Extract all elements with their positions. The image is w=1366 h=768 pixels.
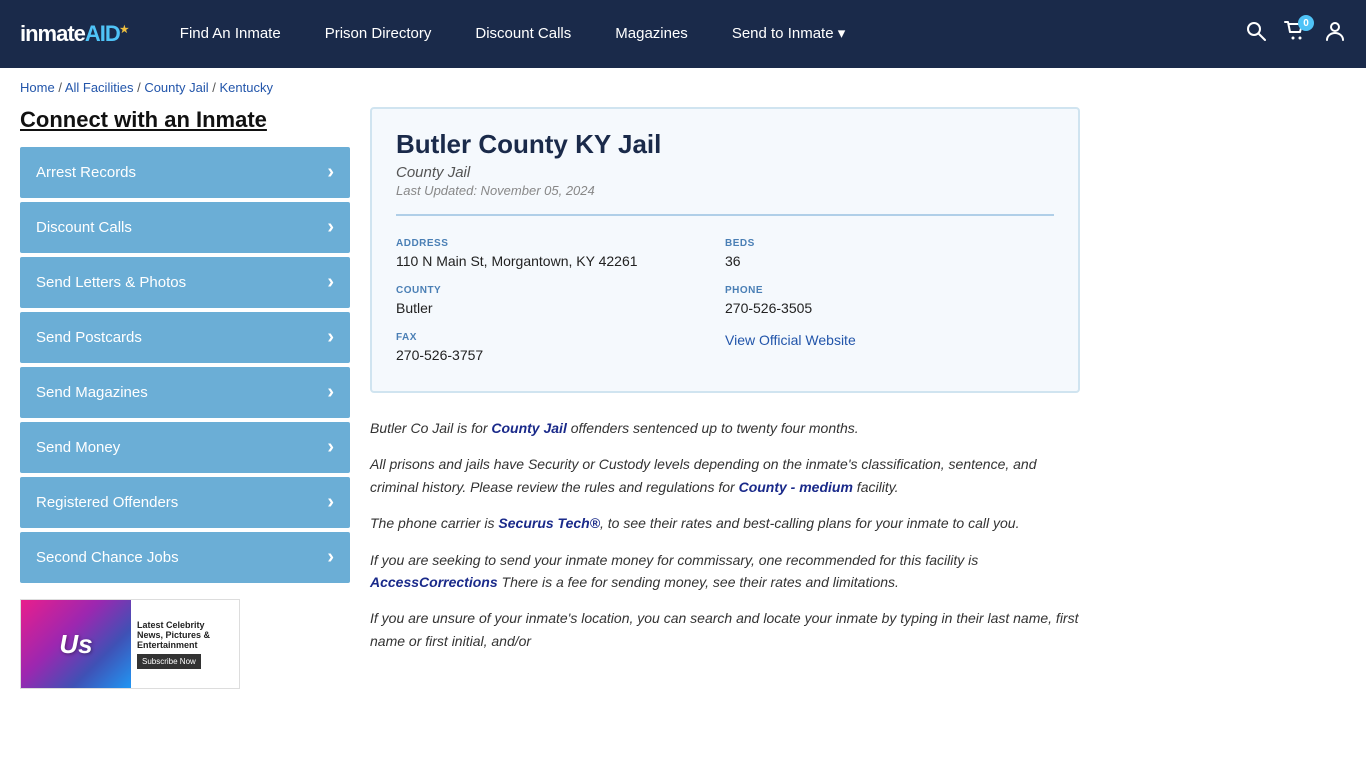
desc-para-5: If you are unsure of your inmate's locat… <box>370 607 1080 652</box>
breadcrumb-state[interactable]: Kentucky <box>219 80 272 95</box>
breadcrumb-home[interactable]: Home <box>20 80 55 95</box>
main-nav: inmateAID★ Find An Inmate Prison Directo… <box>0 0 1366 68</box>
facility-card: Butler County KY Jail County Jail Last U… <box>370 107 1080 393</box>
sidebar-item-registered-offenders[interactable]: Registered Offenders › <box>20 477 350 528</box>
search-icon[interactable] <box>1246 21 1266 47</box>
county-cell: COUNTY Butler <box>396 277 725 324</box>
fax-label: FAX <box>396 332 713 343</box>
sidebar-item-discount-calls[interactable]: Discount Calls › <box>20 202 350 253</box>
logo[interactable]: inmateAID★ <box>20 21 128 47</box>
ad-subscribe-button[interactable]: Subscribe Now <box>137 654 201 669</box>
facility-last-updated: Last Updated: November 05, 2024 <box>396 183 1054 198</box>
nav-item-prison-directory[interactable]: Prison Directory <box>303 0 454 68</box>
fax-value: 270-526-3757 <box>396 347 713 363</box>
cart-count: 0 <box>1298 15 1314 31</box>
address-cell: ADDRESS 110 N Main St, Morgantown, KY 42… <box>396 230 725 277</box>
sidebar-title: Connect with an Inmate <box>20 107 350 133</box>
website-cell: View Official Website <box>725 324 1054 371</box>
county-value: Butler <box>396 300 713 316</box>
sidebar-item-arrest-records[interactable]: Arrest Records › <box>20 147 350 198</box>
ad-brand-logo: Us <box>21 600 131 688</box>
chevron-right-icon: › <box>327 381 334 404</box>
desc-para-3: The phone carrier is Securus Tech®, to s… <box>370 512 1080 534</box>
address-label: ADDRESS <box>396 238 713 249</box>
chevron-right-icon: › <box>327 271 334 294</box>
desc-para-1: Butler Co Jail is for County Jail offend… <box>370 417 1080 439</box>
facility-name: Butler County KY Jail <box>396 129 1054 160</box>
user-icon[interactable] <box>1324 20 1346 48</box>
nav-item-send-to-inmate[interactable]: Send to Inmate ▾ <box>710 0 867 68</box>
sidebar-item-second-chance-jobs[interactable]: Second Chance Jobs › <box>20 532 350 583</box>
desc-para-2: All prisons and jails have Security or C… <box>370 453 1080 498</box>
chevron-right-icon: › <box>327 161 334 184</box>
beds-label: BEDS <box>725 238 1042 249</box>
nav-item-discount-calls[interactable]: Discount Calls <box>453 0 593 68</box>
sidebar-item-send-magazines[interactable]: Send Magazines › <box>20 367 350 418</box>
securus-tech-link[interactable]: Securus Tech® <box>498 515 600 531</box>
county-medium-link[interactable]: County - medium <box>739 479 853 495</box>
sidebar-item-send-money[interactable]: Send Money › <box>20 422 350 473</box>
nav-item-magazines[interactable]: Magazines <box>593 0 710 68</box>
chevron-right-icon: › <box>327 216 334 239</box>
nav-actions: 0 <box>1246 20 1346 48</box>
phone-value: 270-526-3505 <box>725 300 1042 316</box>
nav-links: Find An Inmate Prison Directory Discount… <box>158 0 1246 68</box>
beds-cell: BEDS 36 <box>725 230 1054 277</box>
fax-cell: FAX 270-526-3757 <box>396 324 725 371</box>
sidebar-item-send-postcards[interactable]: Send Postcards › <box>20 312 350 363</box>
phone-label: PHONE <box>725 285 1042 296</box>
chevron-right-icon: › <box>327 436 334 459</box>
breadcrumb-county-jail[interactable]: County Jail <box>144 80 208 95</box>
county-label: COUNTY <box>396 285 713 296</box>
view-official-website-link[interactable]: View Official Website <box>725 332 856 348</box>
chevron-right-icon: › <box>327 491 334 514</box>
chevron-right-icon: › <box>327 546 334 569</box>
phone-cell: PHONE 270-526-3505 <box>725 277 1054 324</box>
content-panel: Butler County KY Jail County Jail Last U… <box>370 107 1080 689</box>
advertisement-banner[interactable]: Us Latest Celebrity News, Pictures & Ent… <box>20 599 240 689</box>
facility-details-grid: ADDRESS 110 N Main St, Morgantown, KY 42… <box>396 214 1054 371</box>
sidebar: Connect with an Inmate Arrest Records › … <box>20 107 350 689</box>
ad-title: Latest Celebrity News, Pictures & Entert… <box>137 620 233 650</box>
cart-icon[interactable]: 0 <box>1284 21 1306 47</box>
breadcrumb-all-facilities[interactable]: All Facilities <box>65 80 134 95</box>
description-area: Butler Co Jail is for County Jail offend… <box>370 413 1080 670</box>
sidebar-menu: Arrest Records › Discount Calls › Send L… <box>20 147 350 583</box>
logo-star-icon: ★ <box>120 25 128 36</box>
access-corrections-link[interactable]: AccessCorrections <box>370 574 498 590</box>
county-jail-link-1[interactable]: County Jail <box>491 420 566 436</box>
breadcrumb: Home / All Facilities / County Jail / Ke… <box>0 68 1366 107</box>
chevron-right-icon: › <box>327 326 334 349</box>
beds-value: 36 <box>725 253 1042 269</box>
main-content: Connect with an Inmate Arrest Records › … <box>0 107 1100 709</box>
nav-item-find-inmate[interactable]: Find An Inmate <box>158 0 303 68</box>
address-value: 110 N Main St, Morgantown, KY 42261 <box>396 253 713 269</box>
desc-para-4: If you are seeking to send your inmate m… <box>370 549 1080 594</box>
facility-type: County Jail <box>396 164 1054 181</box>
sidebar-item-send-letters-photos[interactable]: Send Letters & Photos › <box>20 257 350 308</box>
